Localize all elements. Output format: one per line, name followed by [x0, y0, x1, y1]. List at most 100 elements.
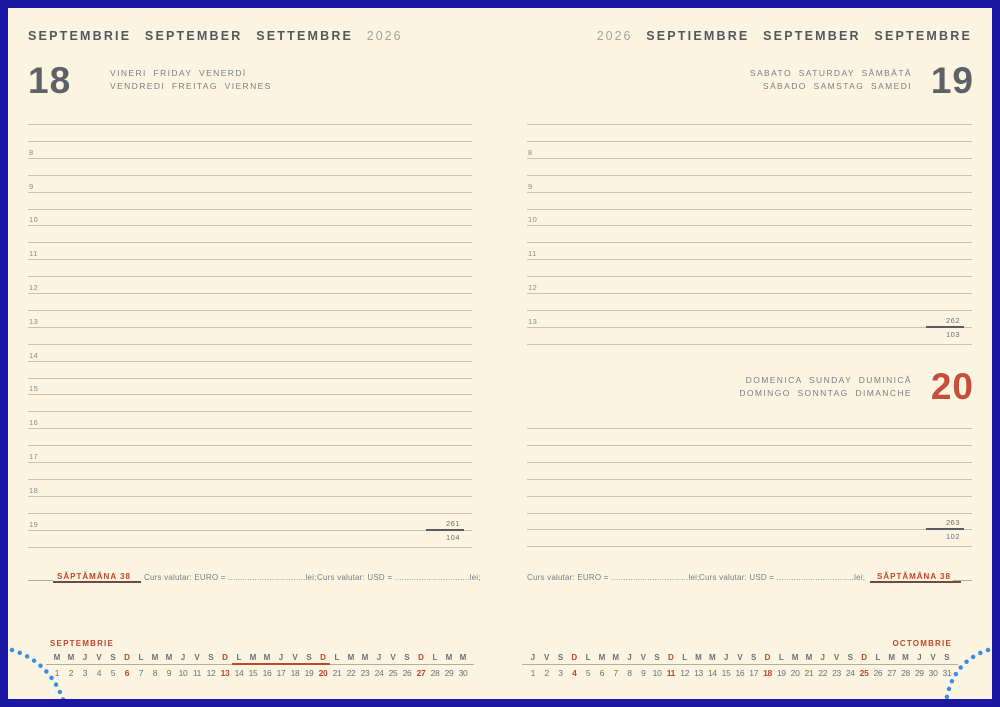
calendar-day-letter: L — [871, 653, 885, 662]
ruled-line — [527, 192, 972, 193]
calendar-day-number: 10 — [650, 668, 664, 678]
calendar-day-letter: S — [302, 653, 316, 662]
calendar-day-number: 13 — [692, 668, 706, 678]
calendar-day-number: 20 — [788, 668, 802, 678]
diary-page-spread: SEPTEMBRIE SEPTEMBER SETTEMBRE 2026 18 V… — [8, 8, 992, 699]
calendar-day-letter: M — [595, 653, 609, 662]
hour-label: 10 — [29, 215, 38, 224]
calendar-day-letter: S — [554, 653, 568, 662]
ruled-line — [28, 158, 472, 159]
calendar-day-letter: J — [372, 653, 386, 662]
calendar-day-letter: M — [609, 653, 623, 662]
ruled-line — [527, 445, 972, 446]
hour-label: 12 — [29, 283, 38, 292]
calendar-day-letter: D — [218, 653, 232, 662]
days-remaining: 104 — [446, 533, 460, 542]
calendar-day-letter: M — [260, 653, 274, 662]
ruled-line — [527, 428, 972, 429]
calendar-day-letter: L — [134, 653, 148, 662]
hour-label: 13 — [528, 317, 537, 326]
ruled-line — [28, 462, 472, 463]
calendar-day-letter: M — [885, 653, 899, 662]
calendar-day-number: 1 — [526, 668, 540, 678]
calendar-day-number: 19 — [302, 668, 316, 678]
ruled-line — [527, 513, 972, 514]
diary-cover-border: SEPTEMBRIE SEPTEMBER SETTEMBRE 2026 18 V… — [0, 0, 1000, 707]
calendar-day-number: 4 — [567, 668, 581, 678]
calendar-day-letter: V — [636, 653, 650, 662]
calendar-day-letter: V — [540, 653, 554, 662]
calendar-day-letter: L — [232, 653, 246, 662]
calendar-day-letter: J — [526, 653, 540, 662]
day-marker-line — [926, 326, 964, 328]
ruled-line — [527, 327, 972, 328]
hour-label: 17 — [29, 452, 38, 461]
calendar-day-letter: V — [733, 653, 747, 662]
ruled-line — [527, 310, 972, 311]
ruled-line — [527, 209, 972, 210]
sunday-note-grid: 263102 — [527, 428, 972, 550]
ruled-line — [527, 546, 972, 547]
ruled-line — [527, 529, 972, 530]
calendar-day-letter: M — [358, 653, 372, 662]
calendar-day-number: 17 — [747, 668, 761, 678]
friday-names-line2: VENDREDI FREITAG VIERNES — [110, 80, 272, 93]
calendar-day-letter: M — [148, 653, 162, 662]
right-week-label: SĂPTĂMÂNA 38 — [877, 572, 951, 581]
ruled-line — [28, 428, 472, 429]
calendar-day-number: 9 — [636, 668, 650, 678]
days-remaining: 103 — [946, 330, 960, 339]
ruled-line — [527, 242, 972, 243]
calendar-day-number: 5 — [106, 668, 120, 678]
hour-label: 11 — [29, 249, 38, 258]
calendar-day-letter: S — [843, 653, 857, 662]
left-week-rule — [28, 580, 53, 581]
calendar-day-letter: J — [274, 653, 288, 662]
ruled-line — [28, 496, 472, 497]
calendar-day-number: 23 — [358, 668, 372, 678]
calendar-day-number: 23 — [830, 668, 844, 678]
right-week-rule — [953, 580, 972, 581]
calendar-day-letter: M — [442, 653, 456, 662]
calendar-day-number: 5 — [581, 668, 595, 678]
ruled-line — [28, 445, 472, 446]
calendar-day-letter: D — [567, 653, 581, 662]
ruled-line — [28, 378, 472, 379]
calendar-day-letter: V — [190, 653, 204, 662]
calendar-day-number: 26 — [871, 668, 885, 678]
hour-label: 10 — [528, 215, 537, 224]
calendar-day-number: 7 — [134, 668, 148, 678]
ruled-line — [527, 141, 972, 142]
calendar-day-letter: M — [692, 653, 706, 662]
ruled-line — [28, 361, 472, 362]
ruled-line — [527, 479, 972, 480]
calendar-day-number: 27 — [885, 668, 899, 678]
page-curl-dots-left-icon — [8, 642, 88, 699]
calendar-day-letter: L — [581, 653, 595, 662]
calendar-day-letter: V — [386, 653, 400, 662]
calendar-day-letter: M — [788, 653, 802, 662]
left-week-underline — [53, 581, 141, 583]
friday-day-number: 18 — [28, 62, 71, 100]
calendar-day-letter: M — [456, 653, 470, 662]
calendar-day-letter: V — [92, 653, 106, 662]
ruled-line — [28, 547, 472, 548]
ruled-line — [527, 225, 972, 226]
left-week-label: SĂPTĂMÂNA 38 — [57, 572, 131, 581]
ruled-line — [527, 496, 972, 497]
calendar-day-number: 16 — [260, 668, 274, 678]
ruled-line — [527, 158, 972, 159]
ruled-line — [527, 293, 972, 294]
calendar-day-number: 12 — [678, 668, 692, 678]
friday-names-line1: VINERI FRIDAY VENERDÌ — [110, 67, 272, 80]
sunday-names-line2: DOMINGO SONNTAG DIMANCHE — [739, 387, 912, 400]
calendar-day-number: 29 — [442, 668, 456, 678]
day-of-year: 263 — [946, 518, 960, 527]
calendar-day-number: 14 — [705, 668, 719, 678]
september-mini-calendar: MMJVSDLMMJVSDLMMJVSDLMMJVSDLMM1234567891… — [50, 653, 470, 681]
ruled-line — [28, 394, 472, 395]
left-month-header: SEPTEMBRIE SEPTEMBER SETTEMBRE 2026 — [28, 29, 403, 43]
calendar-day-number: 6 — [595, 668, 609, 678]
calendar-day-number: 20 — [316, 668, 330, 678]
right-year: 2026 — [597, 29, 633, 43]
